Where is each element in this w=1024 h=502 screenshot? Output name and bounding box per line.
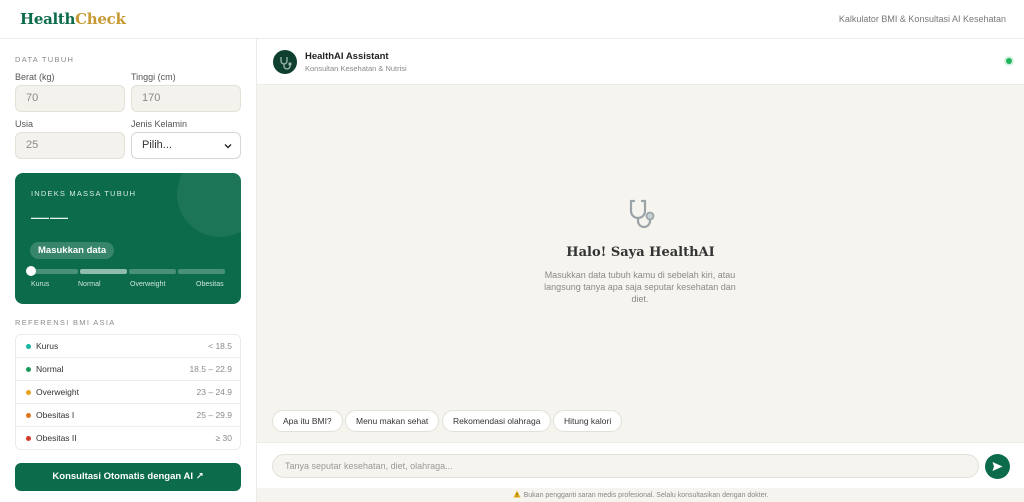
height-label: Tinggi (cm) [131, 72, 176, 82]
top-bar: HealthCheck Kalkulator BMI & Konsultasi … [0, 0, 1024, 39]
dot-icon [26, 413, 31, 418]
welcome-title: Halo! Saya HealthAI [566, 245, 715, 260]
dot-icon [26, 367, 31, 372]
online-status-icon [1006, 58, 1012, 64]
gender-label: Jenis Kelamin [131, 119, 188, 129]
reference-range: ≥ 30 [215, 433, 232, 443]
data-tubuh-title: DATA TUBUH [15, 55, 75, 64]
reference-name: Obesitas II [36, 433, 77, 443]
reference-name: Kurus [36, 341, 59, 351]
bmi-cat-obesitas: Obesitas [196, 281, 224, 288]
consult-ai-button[interactable]: Konsultasi Otomatis dengan AI ↗ [15, 463, 241, 491]
chevron-down-icon [224, 144, 232, 149]
decorative-circle [177, 173, 241, 237]
bmi-scale-normal [80, 269, 127, 274]
stethoscope-icon [280, 57, 292, 70]
send-button[interactable] [985, 454, 1010, 479]
app-logo[interactable]: HealthCheck [20, 10, 126, 28]
bmi-cat-kurus: Kurus [31, 281, 50, 288]
reference-row: Kurus < 18.5 [16, 335, 240, 358]
bmi-indicator-knob [26, 266, 36, 276]
reference-name: Overweight [36, 387, 79, 397]
logo-health: Health [20, 10, 76, 28]
reference-row: Normal 18.5 – 22.9 [16, 358, 240, 381]
gender-select[interactable]: Pilih... [131, 132, 241, 159]
disclaimer-text: Bukan pengganti saran medis profesional.… [523, 492, 769, 499]
bmi-cat-normal: Normal [78, 281, 101, 288]
age-input[interactable]: 25 [15, 132, 125, 159]
reference-row: Obesitas II ≥ 30 [16, 427, 240, 450]
chat-input-bar: Tanya seputar kesehatan, diet, olahraga.… [257, 442, 1024, 488]
weight-label: Berat (kg) [15, 72, 55, 82]
height-input[interactable]: 170 [131, 85, 241, 112]
reference-title: REFERENSI BMI ASIA [15, 318, 116, 327]
reference-name: Obesitas I [36, 410, 75, 420]
age-label: Usia [15, 119, 34, 129]
bmi-title: INDEKS MASSA TUBUH [31, 189, 137, 198]
bmi-value: —— [31, 207, 69, 227]
bmi-status-badge: Masukkan data [30, 242, 115, 259]
bmi-reference-list: Kurus < 18.5 Normal 18.5 – 22.9 Overweig… [15, 334, 241, 450]
reference-name: Normal [36, 364, 64, 374]
reference-row: Obesitas I 25 – 29.9 [16, 404, 240, 427]
assistant-name: HealthAI Assistant [305, 51, 389, 62]
bmi-scale-kurus [31, 269, 78, 274]
bmi-cat-overweight: Overweight [130, 281, 166, 288]
chat-input[interactable]: Tanya seputar kesehatan, diet, olahraga.… [272, 454, 979, 478]
bmi-card: INDEKS MASSA TUBUH —— Masukkan data Kuru… [15, 173, 241, 304]
assistant-avatar [273, 50, 297, 74]
reference-range: 18.5 – 22.9 [189, 364, 232, 374]
gender-selected-value: Pilih... [142, 139, 172, 151]
bmi-scale-overweight [129, 269, 176, 274]
chip-hitung-kalori[interactable]: Hitung kalori [553, 410, 623, 432]
reference-range: 23 – 24.9 [196, 387, 232, 397]
dot-icon [26, 436, 31, 441]
dot-icon [26, 344, 31, 349]
left-panel: DATA TUBUH Berat (kg) 70 Tinggi (cm) 170… [0, 39, 257, 502]
welcome-text: Masukkan data tubuh kamu di sebelah kiri… [544, 270, 736, 304]
chat-header: HealthAI Assistant Konsultan Kesehatan &… [257, 39, 1024, 85]
reference-row: Overweight 23 – 24.9 [16, 381, 240, 404]
send-icon [992, 462, 1003, 471]
chip-rekomendasi-olahraga[interactable]: Rekomendasi olahraga [442, 410, 552, 432]
bmi-scale-obesitas [178, 269, 225, 274]
warning-icon [513, 490, 521, 498]
disclaimer: Bukan pengganti saran medis profesional.… [257, 490, 1024, 499]
chat-panel: HealthAI Assistant Konsultan Kesehatan &… [257, 39, 1024, 502]
stethoscope-icon [629, 199, 655, 229]
logo-check: Check [75, 10, 126, 28]
dot-icon [26, 390, 31, 395]
assistant-subtitle: Konsultan Kesehatan & Nutrisi [305, 64, 407, 73]
header-subtitle: Kalkulator BMI & Konsultasi AI Kesehatan [838, 14, 1006, 24]
reference-range: 25 – 29.9 [196, 410, 232, 420]
weight-input[interactable]: 70 [15, 85, 125, 112]
reference-range: < 18.5 [208, 341, 232, 351]
chip-menu-makan-sehat[interactable]: Menu makan sehat [345, 410, 440, 432]
chip-apa-itu-bmi[interactable]: Apa itu BMI? [272, 410, 343, 432]
